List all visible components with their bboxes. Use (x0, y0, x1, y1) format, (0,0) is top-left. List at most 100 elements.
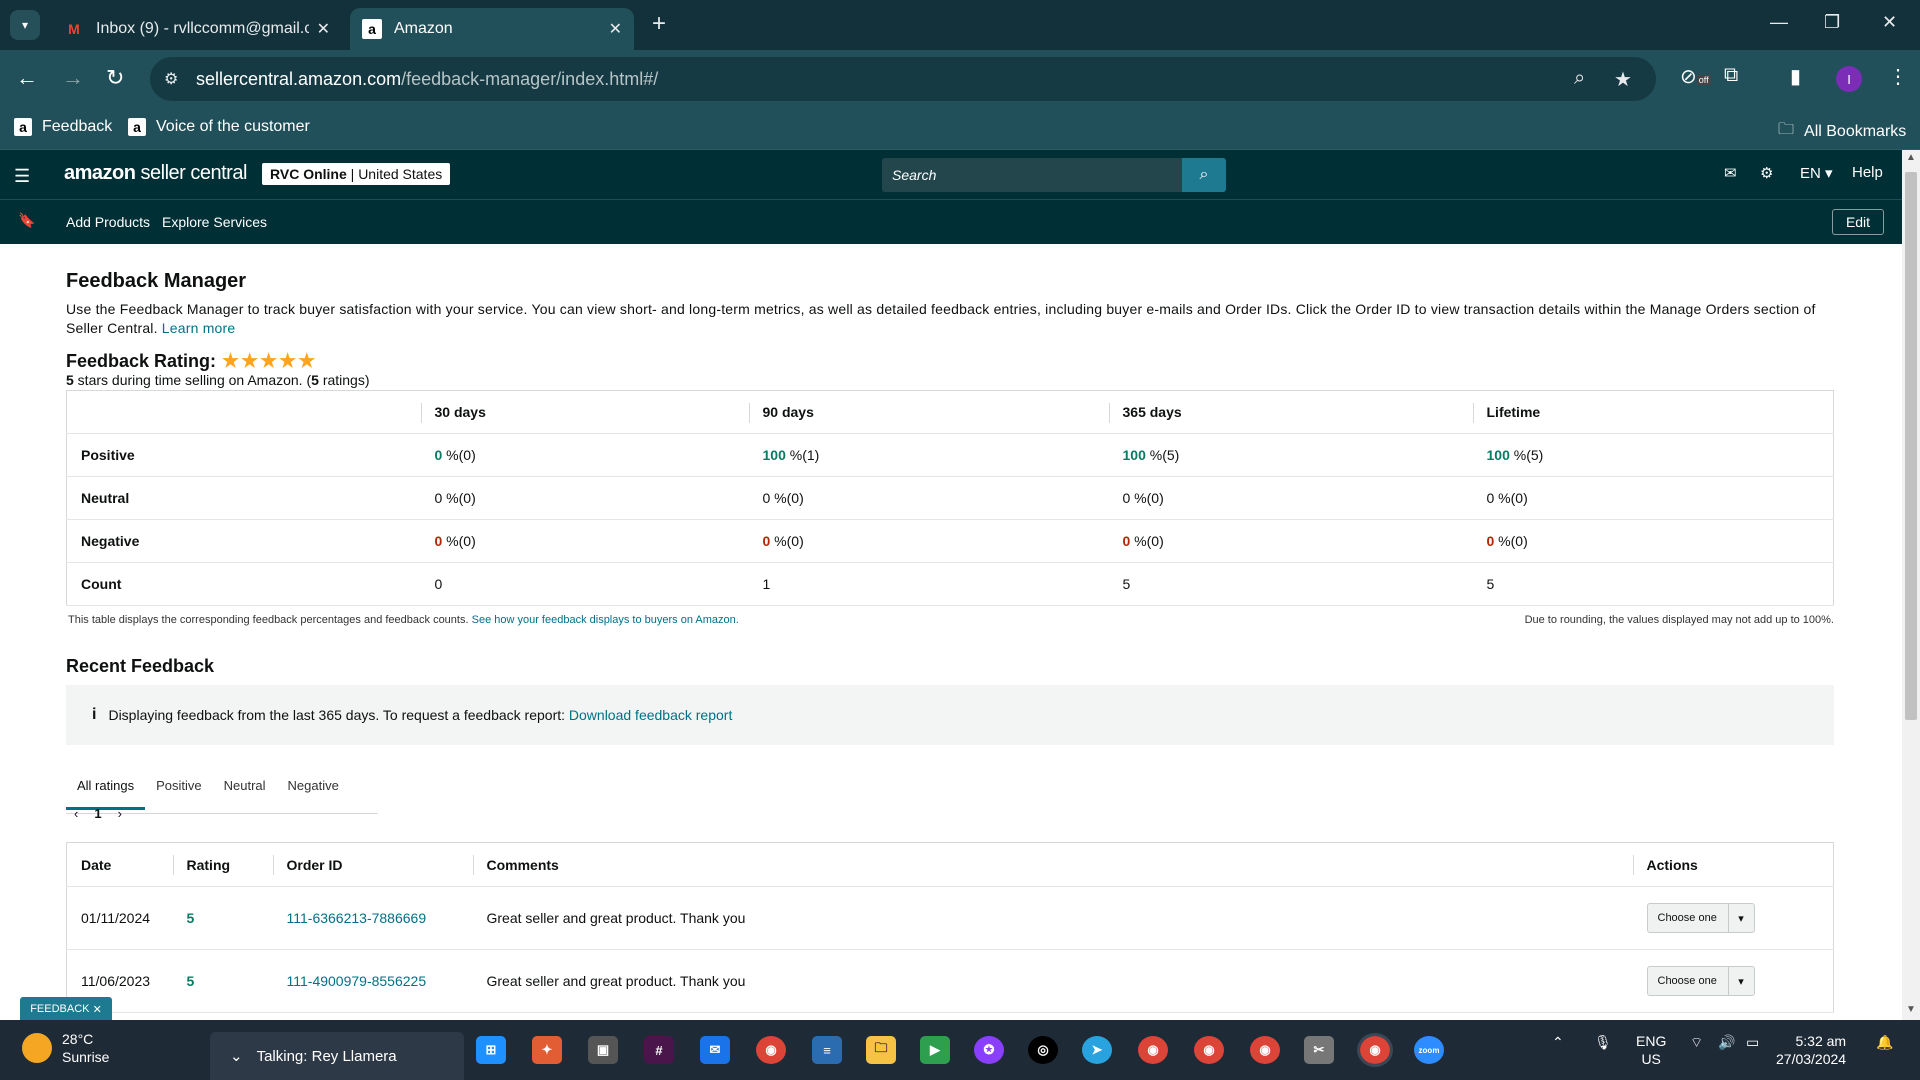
extensions-puzzle-icon[interactable]: ⧉ (1724, 64, 1738, 87)
close-tab-icon[interactable]: ✕ (317, 19, 330, 39)
scroll-up-icon[interactable]: ▲ (1906, 152, 1916, 163)
battery-icon[interactable]: ▭ (1746, 1034, 1759, 1051)
microphone-icon[interactable]: 🎙 (1594, 1034, 1612, 1051)
row-label: Count (66, 562, 421, 606)
scrollbar-thumb[interactable] (1905, 172, 1917, 720)
voice-call-widget[interactable]: ⌄ Talking: Rey Llamera (210, 1032, 464, 1080)
star-icon: ★ (222, 351, 240, 372)
task-view-icon[interactable]: ▣ (588, 1036, 618, 1064)
volume-icon[interactable]: 🔊 (1718, 1034, 1735, 1051)
tab-gmail[interactable]: M Inbox (9) - rvllccomm@gmail.co ✕ (52, 8, 342, 50)
amazon-icon: a (362, 19, 382, 39)
back-arrow-icon[interactable]: ← (16, 64, 38, 92)
star-icon: ★ (279, 351, 297, 372)
bookmark-feedback[interactable]: a Feedback (14, 118, 112, 136)
col-30-days: 30 days (420, 390, 749, 434)
search-input[interactable] (882, 158, 1182, 192)
next-page-icon[interactable]: › (118, 806, 122, 821)
mail-icon[interactable]: ✉ (1724, 164, 1737, 182)
tab-negative[interactable]: Negative (277, 766, 350, 813)
notepad-icon[interactable]: ≡ (812, 1036, 842, 1064)
store-switcher[interactable]: RVC Online | United States (262, 163, 451, 185)
forward-arrow-icon[interactable]: → (62, 64, 84, 92)
close-window-icon[interactable]: ✕ (1882, 12, 1897, 33)
table-cell: 5 (1472, 562, 1834, 606)
side-panel-icon[interactable]: ▮ (1790, 64, 1801, 89)
order-id-link[interactable]: 111-6366213-7886669 (287, 910, 427, 926)
wifi-icon[interactable]: ⌔ (1690, 1034, 1703, 1052)
amazon-icon: a (128, 118, 146, 136)
messenger-icon[interactable]: ✪ (974, 1036, 1004, 1064)
site-info-icon[interactable]: ⚙ (164, 69, 184, 89)
language-selector[interactable]: EN ▾ (1800, 164, 1833, 182)
search-box[interactable] (882, 158, 1182, 192)
chrome-profile-icon[interactable]: ◉ (1138, 1036, 1168, 1064)
seller-central-logo[interactable]: amazon seller central (64, 162, 247, 185)
all-bookmarks[interactable]: 🗀 All Bookmarks (1778, 118, 1906, 145)
prev-page-icon[interactable]: ‹ (74, 806, 78, 821)
app-icon[interactable]: ◎ (1028, 1036, 1058, 1064)
choose-action-dropdown[interactable]: Choose one ▾ (1646, 903, 1755, 933)
copilot-icon[interactable]: ✦ (532, 1036, 562, 1064)
tab-positive[interactable]: Positive (145, 766, 213, 813)
edit-button[interactable]: Edit (1832, 209, 1884, 235)
col-comments: Comments (472, 842, 1633, 887)
language-indicator[interactable]: ENG US (1636, 1032, 1666, 1068)
choose-action-dropdown[interactable]: Choose one ▾ (1646, 966, 1755, 996)
extension-off-icon[interactable]: ⊘ off (1680, 64, 1711, 89)
page-title: Feedback Manager (66, 270, 247, 292)
profile-avatar[interactable]: I (1836, 66, 1862, 92)
tab-amazon[interactable]: a Amazon ✕ (350, 8, 634, 50)
bookmark-voice-of-customer[interactable]: a Voice of the customer (128, 118, 310, 136)
tray-chevron-up-icon[interactable]: ⌃ (1552, 1034, 1564, 1051)
meet-icon[interactable]: ▶ (920, 1036, 950, 1064)
download-report-link[interactable]: Download feedback report (569, 707, 732, 723)
help-link[interactable]: Help (1852, 164, 1883, 181)
snipping-tool-icon[interactable]: ✂ (1304, 1036, 1334, 1064)
learn-more-link[interactable]: Learn more (162, 320, 236, 336)
search-button[interactable]: ⌕ (1182, 158, 1226, 192)
weather-widget[interactable]: 28°C Sunrise (22, 1030, 109, 1066)
chrome-profile-icon[interactable]: ◉ (1250, 1036, 1280, 1064)
order-id-link[interactable]: 111-4900979-8556225 (287, 973, 427, 989)
nav-explore-services[interactable]: Explore Services (162, 214, 267, 230)
mail-app-icon[interactable]: ✉ (700, 1036, 730, 1064)
minimize-icon[interactable]: — (1770, 12, 1788, 33)
tab-title: Amazon (394, 20, 453, 37)
see-feedback-display-link[interactable]: See how your feedback displays to buyers… (472, 614, 739, 626)
close-icon[interactable]: ✕ (93, 1003, 102, 1016)
hamburger-menu-icon[interactable]: ☰ (14, 166, 30, 187)
chrome-profile-icon[interactable]: ◉ (1194, 1036, 1224, 1064)
tab-all-ratings[interactable]: All ratings (66, 766, 146, 810)
table-cell: 100 %(1) (748, 433, 1109, 477)
tab-search-chevron-icon[interactable]: ▾ (10, 10, 40, 40)
zoom-app-icon[interactable]: zoom (1414, 1036, 1444, 1064)
system-clock[interactable]: 5:32 am 27/03/2024 (1776, 1032, 1846, 1068)
chrome-active-icon[interactable]: ◉ (1357, 1033, 1393, 1067)
table-row-count: Count 0 1 5 5 (66, 562, 1834, 606)
feedback-tab[interactable]: FEEDBACK ✕ (20, 997, 112, 1021)
file-explorer-icon[interactable]: 🗀 (866, 1036, 896, 1064)
scroll-down-icon[interactable]: ▼ (1906, 1004, 1916, 1015)
close-tab-icon[interactable]: ✕ (609, 19, 622, 39)
reload-icon[interactable]: ↻ (106, 64, 124, 92)
page-number[interactable]: 1 (94, 806, 101, 821)
notification-bell-icon[interactable]: 🔔 (1876, 1034, 1893, 1051)
bookmark-icon[interactable]: 🔖 (18, 212, 35, 229)
telegram-icon[interactable]: ➤ (1082, 1036, 1112, 1064)
chevron-down-icon: ▾ (1727, 967, 1754, 995)
gear-icon[interactable]: ⚙ (1760, 164, 1773, 182)
rounding-note: Due to rounding, the values displayed ma… (1524, 614, 1834, 626)
slack-icon[interactable]: # (644, 1036, 674, 1064)
tab-neutral[interactable]: Neutral (213, 766, 277, 813)
browser-menu-icon[interactable]: ⋮ (1888, 64, 1908, 89)
address-bar[interactable]: ⚙ sellercentral.amazon.com/feedback-mana… (150, 57, 1656, 101)
new-tab-plus-icon[interactable]: + (652, 12, 666, 36)
page-scrollbar[interactable]: ▲ ▼ (1902, 150, 1920, 1020)
restore-icon[interactable]: ❐ (1824, 12, 1840, 33)
windows-start-icon[interactable]: ⊞ (476, 1036, 506, 1064)
zoom-icon[interactable]: ⌕ (1574, 67, 1585, 90)
bookmark-star-icon[interactable]: ★ (1614, 67, 1632, 92)
chrome-icon[interactable]: ◉ (756, 1036, 786, 1064)
nav-add-products[interactable]: Add Products (66, 214, 150, 230)
